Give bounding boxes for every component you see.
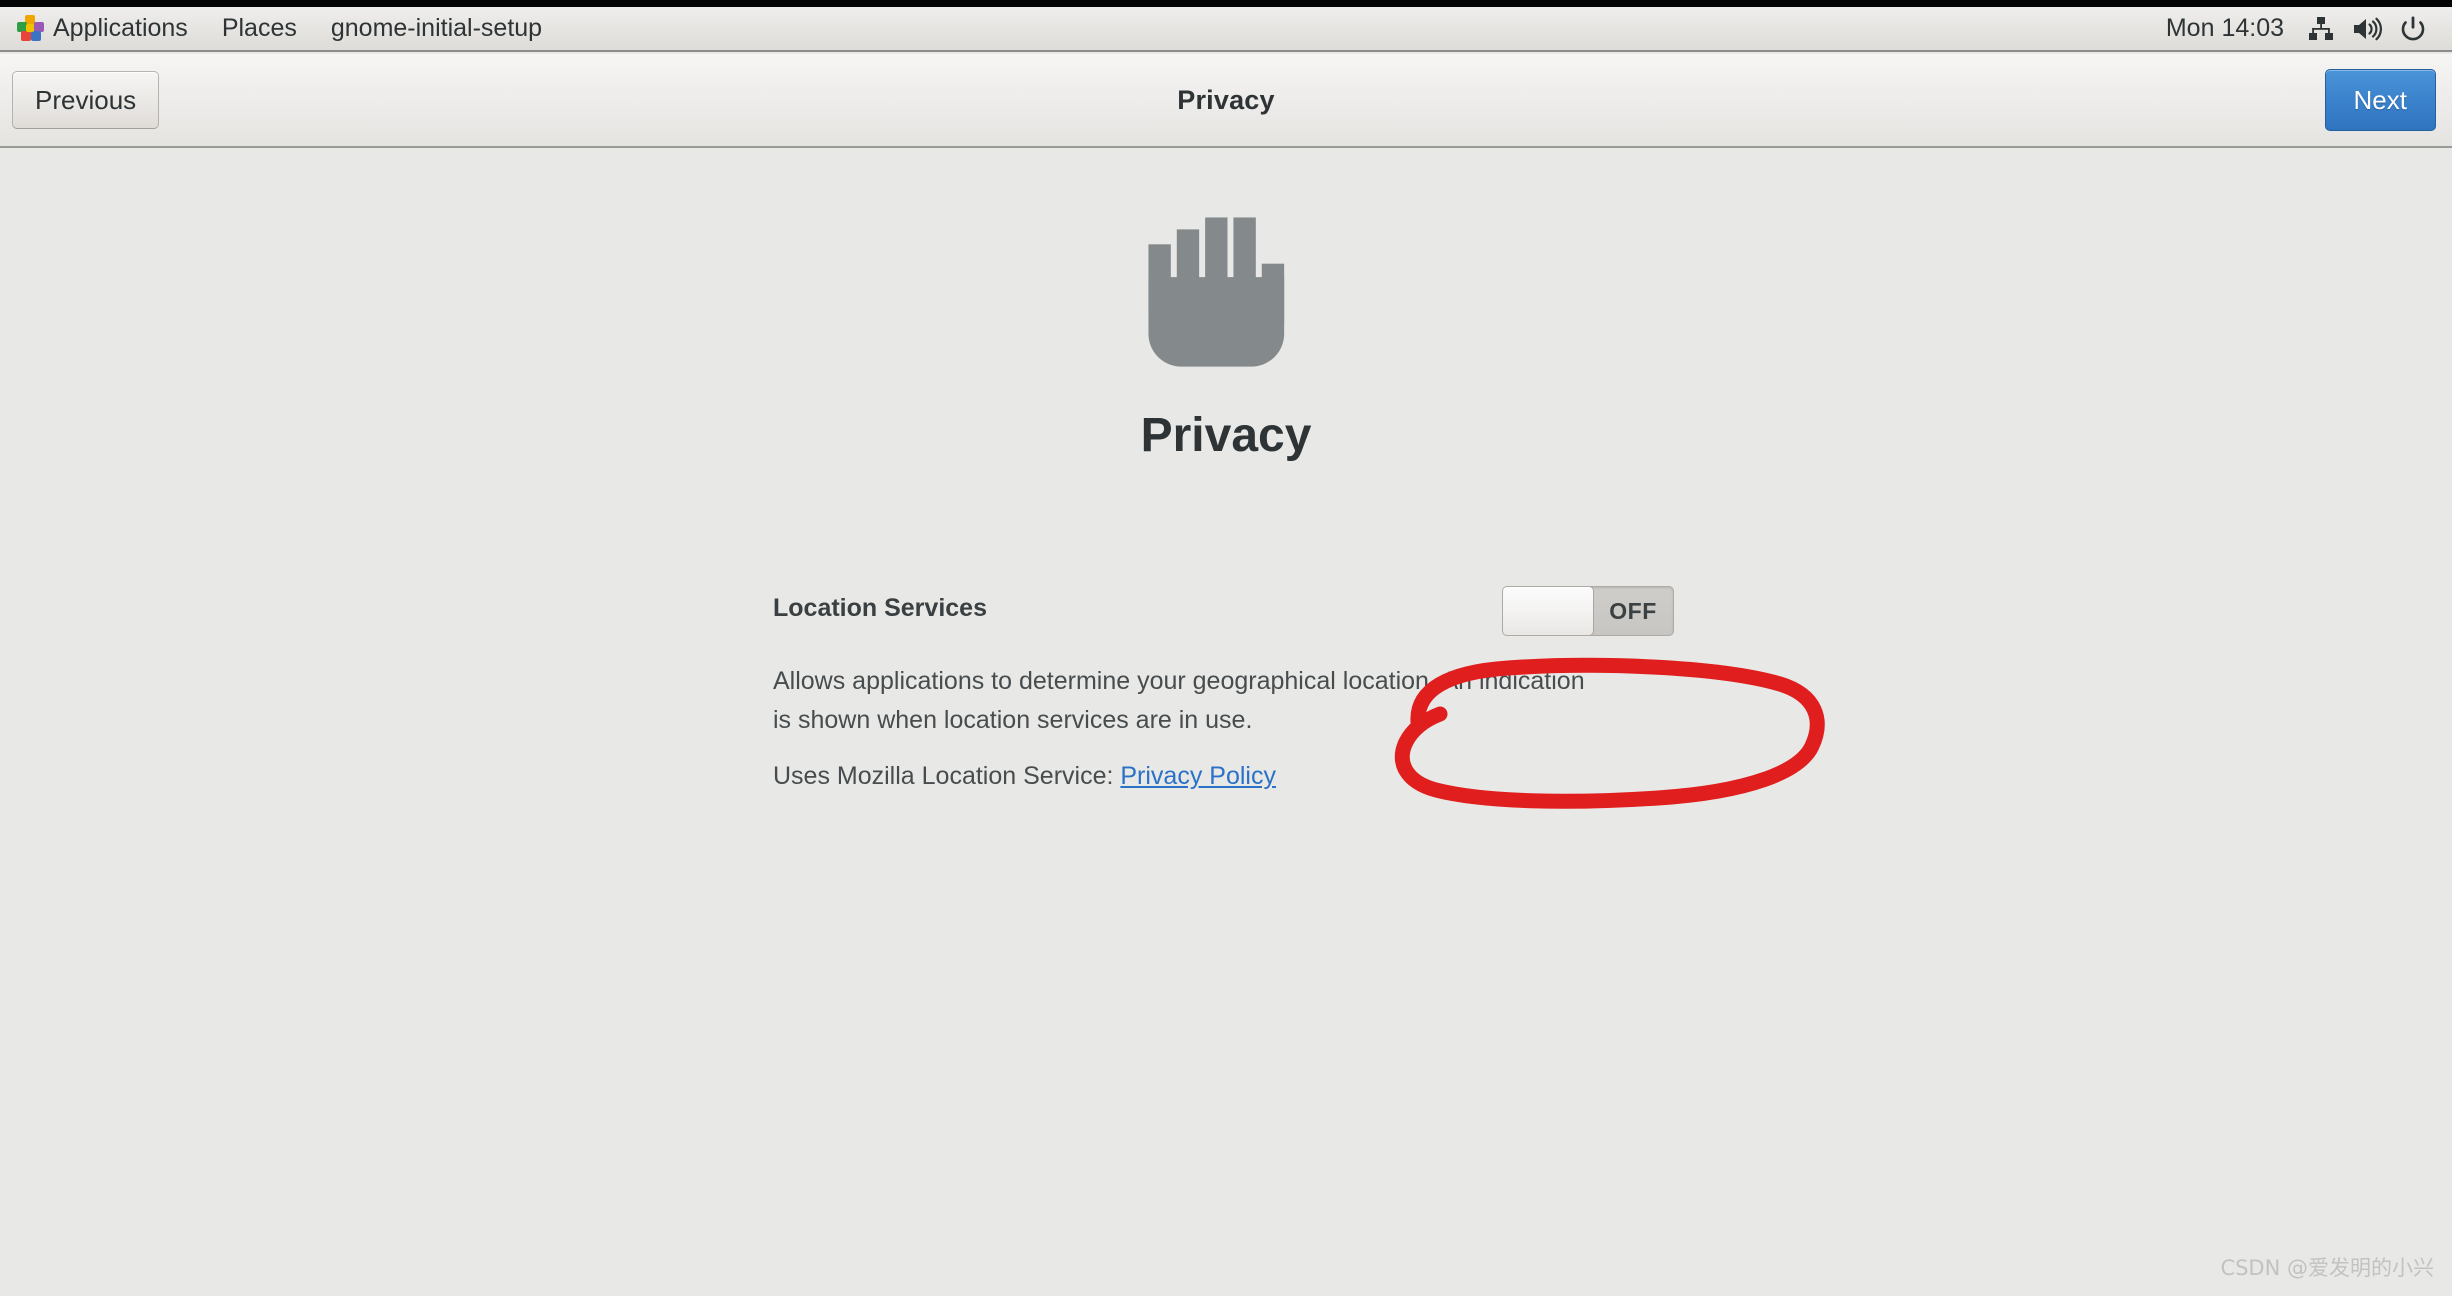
privacy-page-content: Privacy Location Services OFF Allows app… (0, 150, 2452, 1296)
location-services-row: Location Services OFF (773, 582, 1693, 642)
power-icon[interactable] (2390, 7, 2436, 50)
privacy-hand-icon (1148, 217, 1285, 367)
location-services-setting: Location Services OFF Allows application… (773, 582, 1693, 790)
privacy-hero: Privacy (0, 210, 2452, 463)
switch-knob (1503, 587, 1594, 635)
volume-speaker-icon[interactable] (2344, 7, 2390, 50)
panel-item-applications[interactable]: Applications (0, 7, 205, 50)
panel-item-applications-label: Applications (53, 14, 188, 42)
location-services-description: Allows applications to determine your ge… (773, 667, 1585, 734)
watermark: CSDN @爱发明的小兴 (2220, 1256, 2434, 1280)
location-services-switch[interactable]: OFF (1502, 586, 1674, 636)
panel-item-places[interactable]: Places (205, 7, 314, 50)
assistant-header-bar: Previous Privacy Next (0, 54, 2452, 148)
panel-status-area: Mon 14:03 (2152, 7, 2452, 50)
screen-top-strip (0, 0, 2452, 7)
panel-item-places-label: Places (221, 14, 297, 42)
panel-clock[interactable]: Mon 14:03 (2152, 14, 2298, 43)
network-wired-icon[interactable] (2298, 7, 2344, 50)
panel-item-window-title[interactable]: gnome-initial-setup (314, 7, 559, 50)
panel-item-window-title-label: gnome-initial-setup (330, 14, 543, 42)
panel-menu-group: Applications Places gnome-initial-setup (0, 7, 559, 50)
previous-button[interactable]: Previous (12, 71, 160, 129)
applications-grid-icon (17, 15, 44, 42)
privacy-policy-link[interactable]: Privacy Policy (1120, 762, 1276, 790)
privacy-heading: Privacy (1140, 409, 1312, 462)
location-service-provider-row: Uses Mozilla Location Service: Privacy P… (773, 762, 1276, 791)
page-title: Privacy (1177, 84, 1275, 115)
gnome-top-panel: Applications Places gnome-initial-setup … (0, 7, 2452, 52)
desktop-screen: Applications Places gnome-initial-setup … (0, 0, 2452, 1296)
location-service-provider-label: Uses Mozilla Location Service: (773, 762, 1114, 790)
switch-state-label: OFF (1609, 598, 1657, 624)
next-button[interactable]: Next (2324, 69, 2436, 131)
location-services-label: Location Services (773, 594, 987, 622)
